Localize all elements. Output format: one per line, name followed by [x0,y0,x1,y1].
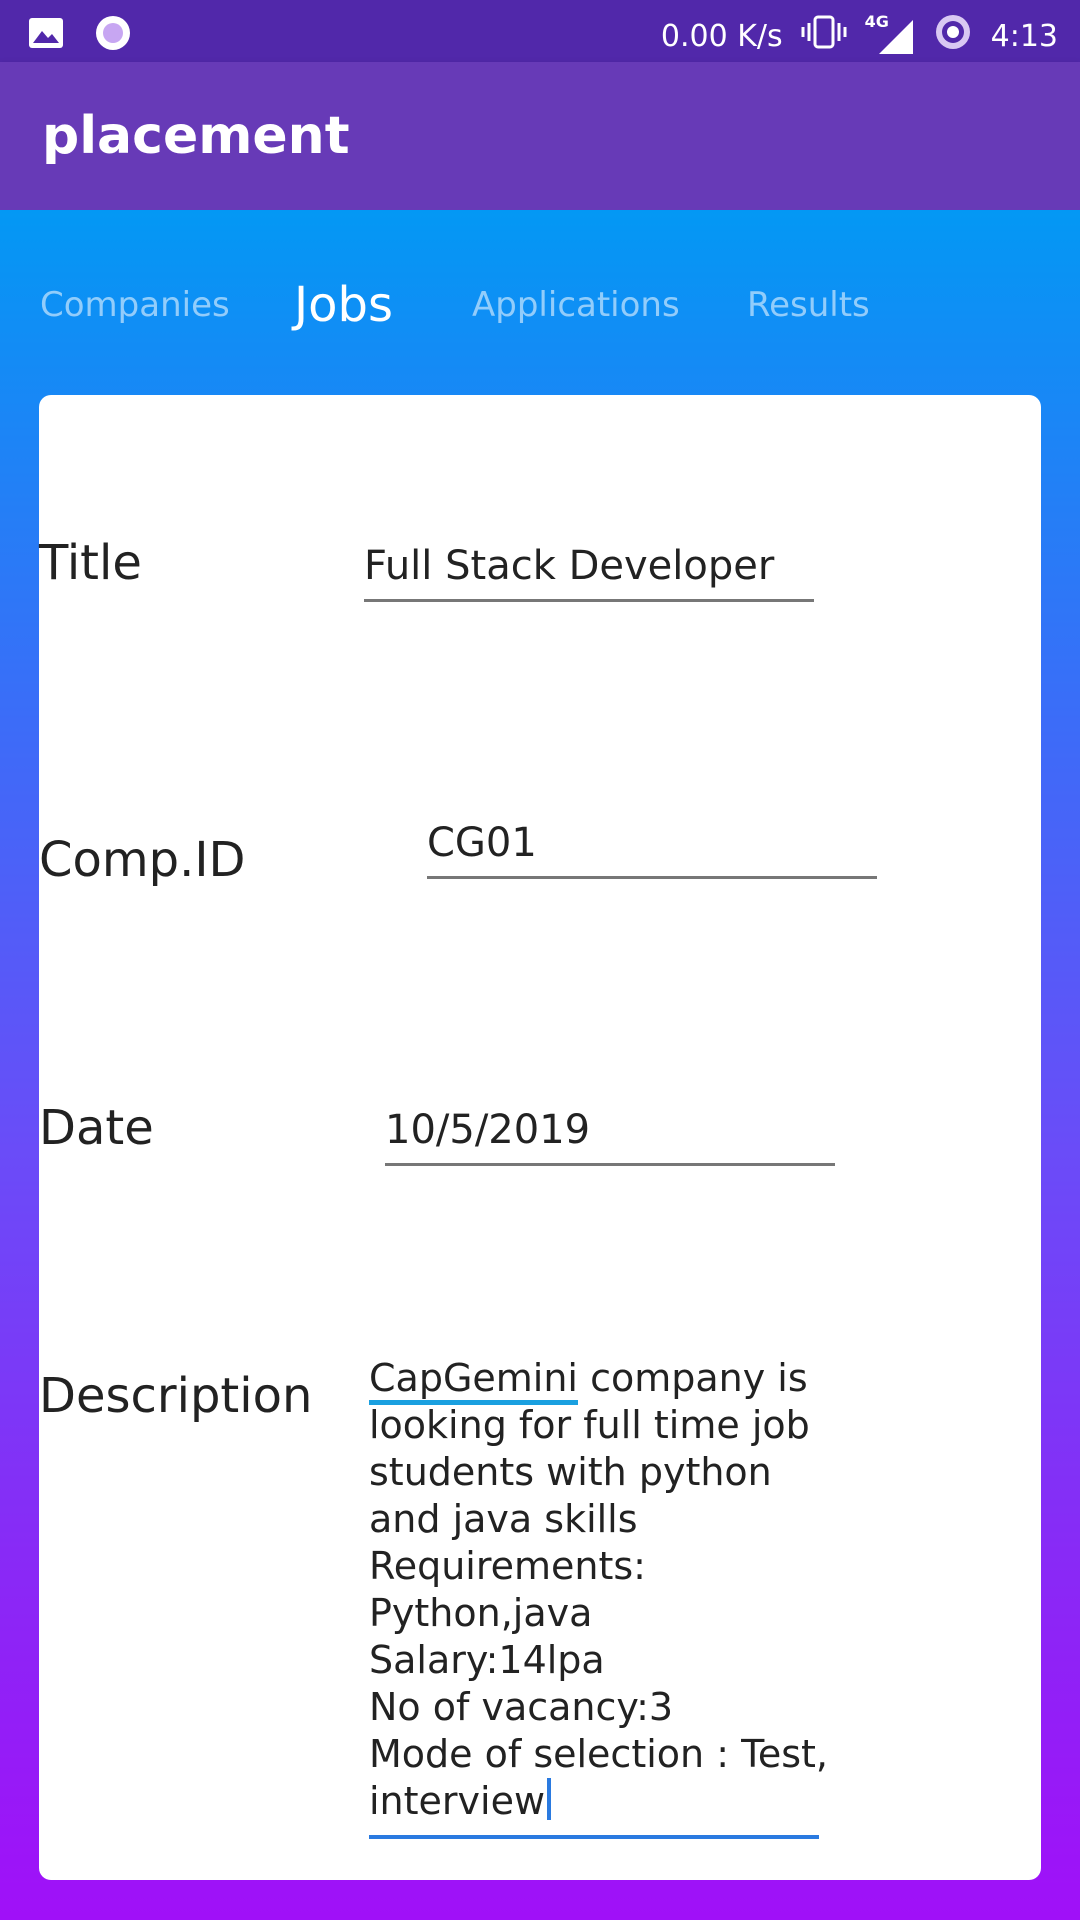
net-speed: 0.00 K/s [660,18,783,54]
status-bar: 0.00 K/s 4G 4:13 [0,0,1080,62]
tab-companies[interactable]: Companies [40,265,230,345]
description-label: Description [39,1368,313,1424]
app-title: placement [42,106,350,166]
misspelled-word[interactable]: CapGemini [369,1356,578,1405]
tab-bar: Companies Jobs Applications Results [0,265,1080,345]
job-form-card: Title Full Stack Developer Comp.ID CG01 … [39,395,1041,1880]
text-cursor [547,1778,552,1820]
description-line: Mode of selection : Test, [369,1732,828,1776]
description-line: CapGemini company is [369,1355,819,1405]
signal-icon: 4G [865,12,915,56]
sync-icon [933,12,973,60]
network-type: 4G [864,12,889,31]
app-bar: placement [0,62,1080,210]
description-line: looking for full time job [369,1403,810,1447]
tab-jobs[interactable]: Jobs [294,265,393,345]
date-label: Date [39,1100,154,1156]
description-line: No of vacancy:3 [369,1685,674,1729]
compid-field[interactable]: CG01 [427,820,877,879]
tab-results[interactable]: Results [747,265,870,345]
vibrate-icon [801,15,847,57]
description-line: and java skills [369,1497,638,1541]
description-line: Salary:14lpa [369,1638,605,1682]
record-icon [94,14,132,56]
description-line: Python,java [369,1591,593,1635]
description-line: Requirements: [369,1544,646,1588]
main-content: Companies Jobs Applications Results Titl… [0,210,1080,1920]
description-line: interview [369,1778,819,1825]
compid-label: Comp.ID [39,832,246,888]
tab-applications[interactable]: Applications [472,265,680,345]
date-field[interactable]: 10/5/2019 [385,1107,835,1166]
description-line: students with python [369,1450,772,1494]
title-field[interactable]: Full Stack Developer [364,543,814,602]
image-icon [28,17,64,53]
title-label: Title [39,535,142,591]
description-field[interactable]: CapGemini company is looking for full ti… [369,1355,828,1839]
clock: 4:13 [990,18,1058,54]
